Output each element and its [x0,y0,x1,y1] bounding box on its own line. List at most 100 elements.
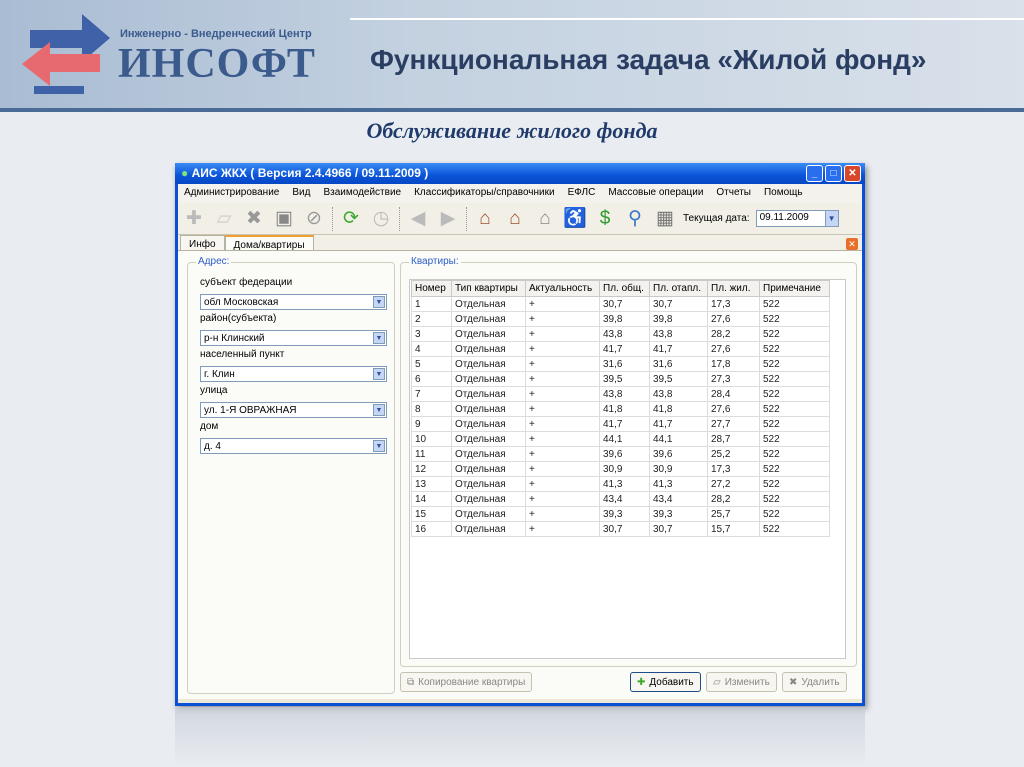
chevron-down-icon[interactable]: ▼ [373,296,385,308]
search-icon[interactable]: ⚲ [623,207,647,231]
table-row[interactable]: 8 Отдельная +41,8 41,8 27,6 522 [411,401,830,417]
copy-apartment-button[interactable]: ⧉ Копирование квартиры [400,672,533,692]
menu-admin[interactable]: Администрирование [184,187,279,200]
table-row[interactable]: 9 Отдельная +41,7 41,7 27,7 522 [411,416,830,432]
address-field-value: ул. 1-Я ОВРАЖНАЯ [204,405,297,416]
insoft-logo-icon [22,14,110,94]
column-header[interactable]: Пл. отапл. [649,280,708,297]
logo-name: ИНСОФТ [118,41,316,87]
save-icon[interactable]: ▣ [272,207,296,231]
menu-interaction[interactable]: Взаимодействие [323,187,401,200]
menu-efls[interactable]: ЕФЛС [568,187,596,200]
table-cell: Отдельная [451,371,526,387]
address-field-value: обл Московская [204,297,279,308]
table-row[interactable]: 1 Отдельная +30,7 30,7 17,3 522 [411,296,830,312]
address-field-select[interactable]: ул. 1-Я ОВРАЖНАЯ ▼ [200,402,387,418]
benefits-icon[interactable]: ♿ [563,207,587,231]
add-button[interactable]: ✚ Добавить [630,672,701,692]
column-header[interactable]: Номер [411,280,452,297]
table-row[interactable]: 3 Отдельная +43,8 43,8 28,2 522 [411,326,830,342]
table-row[interactable]: 4 Отдельная +41,7 41,7 27,6 522 [411,341,830,357]
chevron-down-icon[interactable]: ▼ [373,440,385,452]
table-cell: 17,3 [707,296,760,312]
edit-icon[interactable]: ▱ [212,207,236,231]
address-field-select[interactable]: обл Московская ▼ [200,294,387,310]
table-row[interactable]: 13 Отдельная +41,3 41,3 27,2 522 [411,476,830,492]
maximize-button[interactable]: □ [825,165,842,182]
table-cell: + [525,491,600,507]
table-cell: 39,8 [599,311,650,327]
address-legend: Адрес: [196,256,232,267]
address-field-select[interactable]: р-н Клинский ▼ [200,330,387,346]
window-reflection [175,707,865,767]
table-cell: 522 [759,296,830,312]
refresh-icon[interactable]: ⟳ [339,207,363,231]
column-header[interactable]: Пл. жил. [707,280,760,297]
chevron-down-icon[interactable]: ▼ [824,210,839,227]
current-date-select[interactable]: 09.11.2009 ▼ [755,210,839,227]
address-field-value: р-н Клинский [204,333,265,344]
separator [466,206,467,231]
window-title: АИС ЖКХ ( Версия 2.4.4966 / 09.11.2009 ) [191,166,429,180]
minimize-button[interactable]: _ [806,165,823,182]
cancel-icon[interactable]: ⊘ [302,207,326,231]
table-row[interactable]: 2 Отдельная +39,8 39,8 27,6 522 [411,311,830,327]
menu-mass-operations[interactable]: Массовые операции [608,187,703,200]
table-row[interactable]: 14 Отдельная +43,4 43,4 28,2 522 [411,491,830,507]
dollar-icon[interactable]: $ [593,207,617,231]
table-cell: 522 [759,311,830,327]
edit-button[interactable]: ▱ Изменить [706,672,777,692]
table-row[interactable]: 11 Отдельная +39,6 39,6 25,2 522 [411,446,830,462]
delete-label: Удалить [801,676,840,688]
house-edit-icon[interactable]: ⌂ [533,207,557,231]
forward-icon[interactable]: ▶ [436,207,460,231]
table-cell: 522 [759,341,830,357]
chevron-down-icon[interactable]: ▼ [373,368,385,380]
column-header[interactable]: Тип квартиры [451,280,526,297]
menu-reports[interactable]: Отчеты [716,187,751,200]
address-field-select[interactable]: д. 4 ▼ [200,438,387,454]
table-cell: 27,2 [707,476,760,492]
clock-icon[interactable]: ◷ [369,207,393,231]
table-row[interactable]: 15 Отдельная +39,3 39,3 25,7 522 [411,506,830,522]
table-cell: 39,5 [599,371,650,387]
table-cell: Отдельная [451,401,526,417]
menu-classifiers[interactable]: Классификаторы/справочники [414,187,554,200]
table-cell: 522 [759,461,830,477]
chevron-down-icon[interactable]: ▼ [373,332,385,344]
menu-help[interactable]: Помощь [764,187,803,200]
address-field-select[interactable]: г. Клин ▼ [200,366,387,382]
table-cell: + [525,311,600,327]
table-cell: 522 [759,386,830,402]
chevron-down-icon[interactable]: ▼ [373,404,385,416]
table-row[interactable]: 6 Отдельная +39,5 39,5 27,3 522 [411,371,830,387]
add-icon[interactable]: ✚ [182,207,206,231]
table-cell: 522 [759,506,830,522]
table-cell: 15,7 [707,521,760,537]
current-date-label: Текущая дата: [683,213,750,224]
table-cell: Отдельная [451,416,526,432]
table-row[interactable]: 10 Отдельная +44,1 44,1 28,7 522 [411,431,830,447]
table-cell: 28,2 [707,491,760,507]
table-cell: 41,8 [649,401,708,417]
menu-view[interactable]: Вид [292,187,310,200]
table-cell: 30,9 [599,461,650,477]
column-header[interactable]: Примечание [759,280,830,297]
calculator-icon[interactable]: ▦ [653,207,677,231]
back-icon[interactable]: ◀ [406,207,430,231]
house-icon[interactable]: ⌂ [503,207,527,231]
divider [0,108,1024,112]
column-header[interactable]: Актуальность [525,280,600,297]
delete-button[interactable]: ✖ Удалить [782,672,847,692]
table-row[interactable]: 7 Отдельная +43,8 43,8 28,4 522 [411,386,830,402]
close-button[interactable]: ✕ [844,165,861,182]
table-row[interactable]: 12 Отдельная +30,9 30,9 17,3 522 [411,461,830,477]
house-add-icon[interactable]: ⌂ [473,207,497,231]
close-tab-icon[interactable]: ✕ [846,238,858,250]
column-header[interactable]: Пл. общ. [599,280,650,297]
table-cell: Отдельная [451,326,526,342]
table-cell: 522 [759,416,830,432]
delete-icon[interactable]: ✖ [242,207,266,231]
table-row[interactable]: 16 Отдельная +30,7 30,7 15,7 522 [411,521,830,537]
table-row[interactable]: 5 Отдельная +31,6 31,6 17,8 522 [411,356,830,372]
